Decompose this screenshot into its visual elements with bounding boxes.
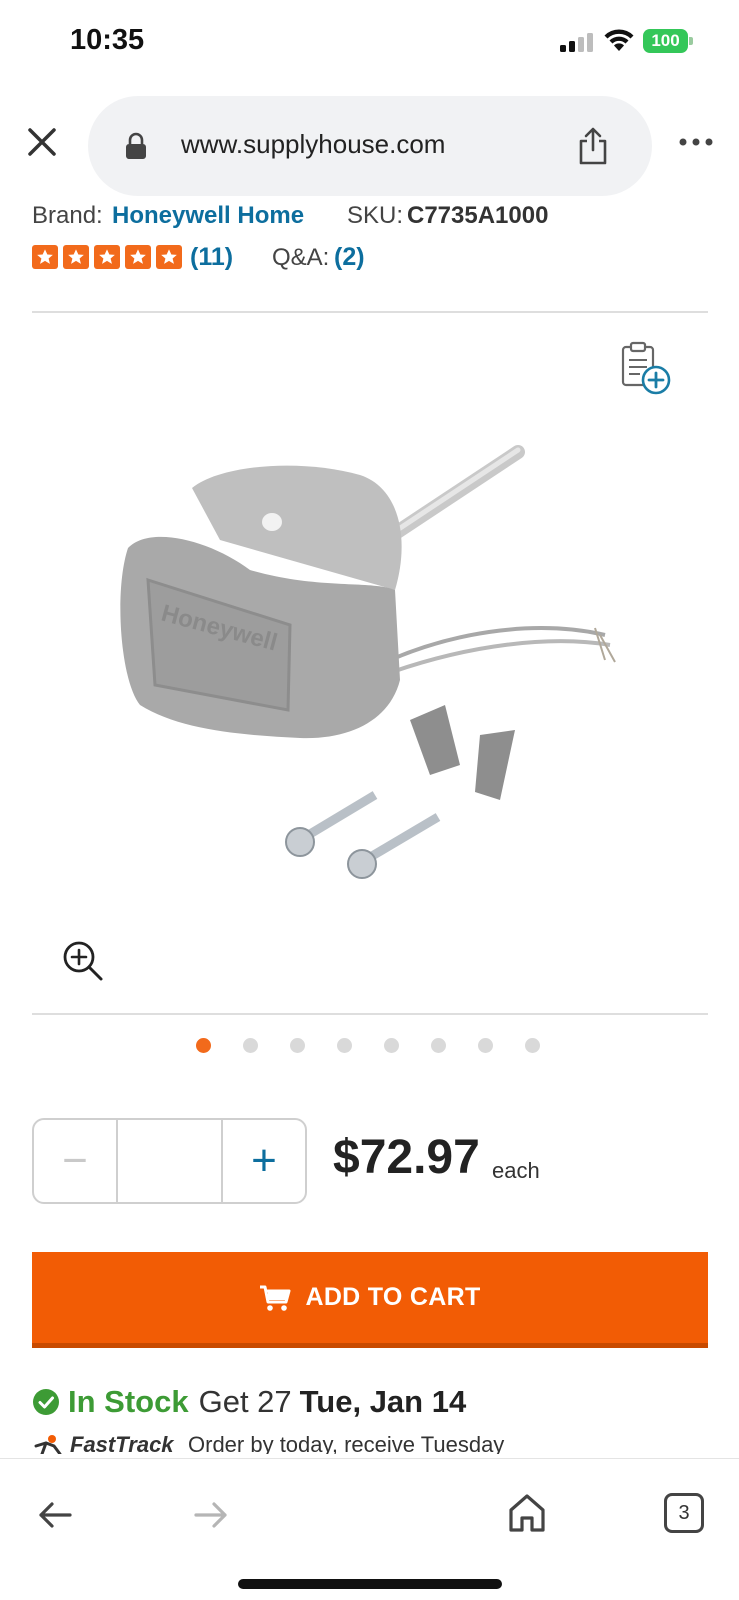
zoom-icon[interactable]: [62, 940, 104, 982]
status-time: 10:35: [70, 24, 145, 56]
back-arrow-icon[interactable]: [38, 1501, 72, 1529]
quantity-decrease-button[interactable]: −: [34, 1120, 118, 1202]
quantity-stepper: − +: [32, 1118, 307, 1204]
product-price: $72.97: [333, 1131, 480, 1184]
forward-arrow-icon[interactable]: [194, 1501, 228, 1529]
gallery-dot[interactable]: [337, 1038, 352, 1053]
fasttrack-brand: FastTrack: [70, 1432, 174, 1454]
add-to-cart-label: ADD TO CART: [305, 1283, 481, 1311]
rating-stars[interactable]: [32, 245, 182, 269]
battery-tip: [689, 37, 693, 45]
divider: [32, 311, 708, 313]
gallery-pagination: [196, 1038, 540, 1053]
sku-value: C7735A1000: [407, 202, 549, 229]
fasttrack-row: FastTrack Order by today, receive Tuesda…: [32, 1432, 712, 1454]
fasttrack-runner-icon: [34, 1435, 62, 1454]
stock-quantity-text: Get 27: [198, 1384, 292, 1419]
battery-indicator: 100: [643, 29, 693, 53]
add-to-list-icon[interactable]: [620, 340, 672, 396]
gallery-dot[interactable]: [384, 1038, 399, 1053]
gallery-dot[interactable]: [431, 1038, 446, 1053]
brand-label: Brand:: [32, 202, 103, 229]
qa-count-link[interactable]: (2): [334, 243, 365, 272]
gallery-dot[interactable]: [525, 1038, 540, 1053]
more-options-icon[interactable]: [678, 136, 714, 148]
cellular-signal-icon: [560, 33, 593, 52]
tabs-button[interactable]: 3: [664, 1493, 704, 1533]
gallery-dot[interactable]: [478, 1038, 493, 1053]
star-icon: [32, 245, 58, 269]
fasttrack-text: Order by today, receive Tuesday: [188, 1432, 505, 1454]
star-icon: [156, 245, 182, 269]
rating-row: (11) Q&A: (2): [32, 243, 712, 273]
delivery-date: Tue, Jan 14: [299, 1384, 467, 1419]
review-count-link[interactable]: (11): [190, 243, 233, 272]
url-field[interactable]: www.supplyhouse.com: [88, 96, 652, 196]
gallery-dot[interactable]: [290, 1038, 305, 1053]
battery-level: 100: [643, 29, 688, 53]
qa-label: Q&A:: [272, 244, 330, 271]
wifi-icon: [604, 29, 634, 51]
browser-toolbar: 3: [0, 1458, 739, 1600]
product-image[interactable]: Honeywell: [100, 430, 640, 930]
add-to-cart-button[interactable]: ADD TO CART: [32, 1252, 708, 1348]
lock-icon: [126, 132, 146, 159]
brand-link[interactable]: Honeywell Home: [112, 202, 304, 230]
product-meta: Brand: Honeywell Home SKU: C7735A1000: [32, 200, 712, 230]
url-text: www.supplyhouse.com: [181, 129, 446, 159]
sku-label: SKU:: [347, 202, 404, 229]
star-icon: [94, 245, 120, 269]
gallery-dot[interactable]: [243, 1038, 258, 1053]
divider: [32, 1013, 708, 1015]
browser-address-bar: www.supplyhouse.com: [0, 96, 739, 196]
status-bar: 10:35 100: [0, 0, 739, 84]
quantity-input[interactable]: [118, 1120, 223, 1202]
price-unit: each: [492, 1158, 540, 1183]
home-indicator: [238, 1579, 502, 1589]
star-icon: [125, 245, 151, 269]
star-icon: [63, 245, 89, 269]
close-icon[interactable]: [22, 122, 62, 162]
share-icon[interactable]: [576, 126, 610, 166]
cart-icon: [260, 1285, 291, 1311]
stock-status: In Stock Get 27 Tue, Jan 14: [32, 1384, 712, 1420]
gallery-dot[interactable]: [196, 1038, 211, 1053]
home-icon[interactable]: [508, 1493, 546, 1533]
check-circle-icon: [33, 1389, 59, 1415]
quantity-increase-button[interactable]: +: [223, 1120, 305, 1202]
in-stock-label: In Stock: [68, 1384, 189, 1419]
